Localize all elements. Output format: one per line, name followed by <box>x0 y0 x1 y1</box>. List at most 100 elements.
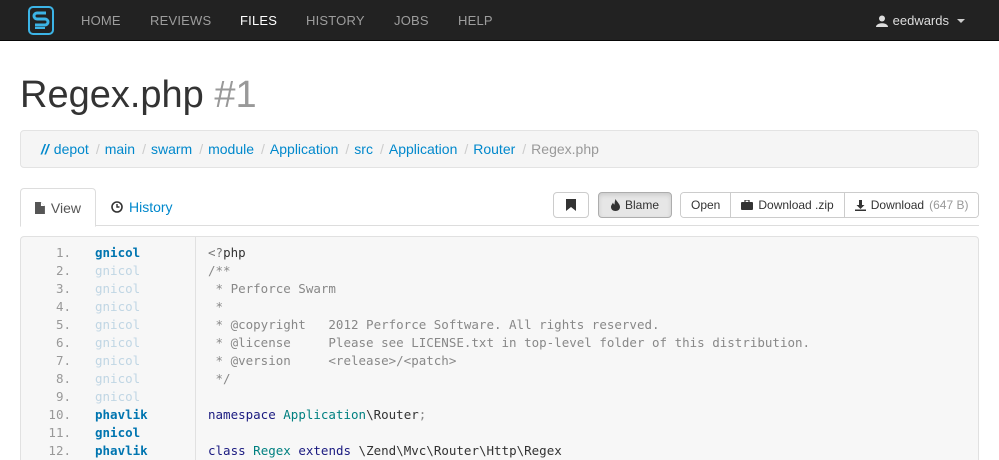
swarm-logo-icon[interactable] <box>28 6 54 35</box>
download-icon <box>854 199 866 211</box>
clock-icon <box>111 201 123 213</box>
code-line: 12. phavlik class Regex extends \Zend\Mvc\… <box>21 442 978 460</box>
breadcrumb-item[interactable]: Application <box>389 141 458 157</box>
code-text: */ <box>208 371 231 386</box>
line-number[interactable]: 6. <box>21 334 71 352</box>
blame-author[interactable]: gnicol <box>95 352 140 370</box>
code-text: namespace Application\Router; <box>208 407 427 422</box>
blame-label: Blame <box>624 198 659 212</box>
chevron-down-icon <box>957 18 965 23</box>
file-revision: #1 <box>214 74 257 116</box>
blame-author[interactable]: gnicol <box>95 334 140 352</box>
code-line: 4. gnicol * <box>21 298 978 316</box>
bookmark-button[interactable] <box>553 192 589 218</box>
blame-author[interactable]: phavlik <box>95 442 148 460</box>
blame-author[interactable]: gnicol <box>95 370 140 388</box>
nav-history[interactable]: HISTORY <box>306 0 365 41</box>
line-number[interactable]: 3. <box>21 280 71 298</box>
breadcrumb-separator: / <box>379 141 384 157</box>
open-label: Open <box>691 198 721 212</box>
page-title: Regex.php #1 <box>20 74 257 116</box>
code-text: * @copyright 2012 Perforce Software. All… <box>208 317 660 332</box>
code-text: * @license Please see LICENSE.txt in top… <box>208 335 811 350</box>
nav-reviews[interactable]: REVIEWS <box>150 0 211 41</box>
nav-home[interactable]: HOME <box>81 0 121 41</box>
breadcrumb-item[interactable]: swarm <box>151 141 192 157</box>
blame-author[interactable]: gnicol <box>95 298 140 316</box>
code-line: 3. gnicol * Perforce Swarm <box>21 280 978 298</box>
blame-author[interactable]: gnicol <box>95 244 140 262</box>
user-menu[interactable]: eedwards <box>875 0 965 41</box>
breadcrumb-root[interactable]: // <box>41 141 49 157</box>
breadcrumb-item[interactable]: main <box>105 141 135 157</box>
breadcrumb-item[interactable]: module <box>208 141 254 157</box>
code-line: 9. gnicol <box>21 388 978 406</box>
code-text: * @version <release>/<patch> <box>208 353 457 368</box>
breadcrumb-separator: / <box>199 141 204 157</box>
breadcrumb-item[interactable]: depot <box>54 141 89 157</box>
line-number[interactable]: 7. <box>21 352 71 370</box>
tab-view-label: View <box>50 199 81 216</box>
blame-author[interactable]: gnicol <box>95 424 140 442</box>
briefcase-icon <box>741 200 754 210</box>
line-number[interactable]: 2. <box>21 262 71 280</box>
blame-button[interactable]: Blame <box>598 192 672 218</box>
tab-history-label: History <box>129 199 173 215</box>
breadcrumb-separator: / <box>522 141 527 157</box>
download-label: Download <box>870 198 925 212</box>
line-number[interactable]: 11. <box>21 424 71 442</box>
breadcrumb-separator: / <box>142 141 146 157</box>
breadcrumb-current: Regex.php <box>531 141 599 157</box>
blame-author[interactable]: gnicol <box>95 316 140 334</box>
nav-jobs[interactable]: JOBS <box>394 0 429 41</box>
code-text: * <box>208 299 224 314</box>
blame-author[interactable]: gnicol <box>95 280 140 298</box>
breadcrumb-item[interactable]: src <box>354 141 373 157</box>
blame-author[interactable]: gnicol <box>95 262 140 280</box>
blame-author[interactable]: phavlik <box>95 406 148 424</box>
user-name: eedwards <box>892 13 949 28</box>
breadcrumb-separator: / <box>95 141 100 157</box>
tab-view[interactable]: View <box>20 188 96 227</box>
code-line: 1. gnicol <?php <box>21 244 978 262</box>
code-line: 11. gnicol <box>21 424 978 442</box>
code-line: 10. phavlik namespace Application\Router; <box>21 406 978 424</box>
breadcrumb: // depot / main / swarm / module / Appli… <box>20 130 979 168</box>
line-number[interactable]: 5. <box>21 316 71 334</box>
code-line: 6. gnicol * @license Please see LICENSE.t… <box>21 334 978 352</box>
code-line: 7. gnicol * @version <release>/<patch> <box>21 352 978 370</box>
nav-files[interactable]: FILES <box>240 0 277 41</box>
download-zip-button[interactable]: Download .zip <box>730 193 844 217</box>
user-icon <box>875 15 888 27</box>
code-text: /** <box>208 263 231 278</box>
tab-history[interactable]: History <box>97 188 187 226</box>
blame-author[interactable]: gnicol <box>95 388 140 406</box>
code-line: 5. gnicol * @copyright 2012 Perforce Soft… <box>21 316 978 334</box>
download-zip-label: Download .zip <box>758 198 834 212</box>
open-button[interactable]: Open <box>681 193 731 217</box>
line-number[interactable]: 4. <box>21 298 71 316</box>
line-number[interactable]: 9. <box>21 388 71 406</box>
fire-icon <box>610 199 620 211</box>
breadcrumb-separator: / <box>345 141 350 157</box>
line-number[interactable]: 12. <box>21 442 71 460</box>
file-icon <box>35 201 45 214</box>
line-number[interactable]: 10. <box>21 406 71 424</box>
code-line: 2. gnicol /** <box>21 262 978 280</box>
line-number[interactable]: 1. <box>21 244 71 262</box>
file-name: Regex.php <box>20 74 204 116</box>
bookmark-icon <box>566 199 576 211</box>
breadcrumb-item[interactable]: Application <box>270 141 339 157</box>
file-size: (647 B) <box>929 198 969 212</box>
download-button[interactable]: Download (647 B) <box>843 193 979 217</box>
top-navbar: HOME REVIEWS FILES HISTORY JOBS HELP eed… <box>0 0 999 41</box>
breadcrumb-item[interactable]: Router <box>473 141 515 157</box>
code-text: class Regex extends \Zend\Mvc\Router\Htt… <box>208 443 562 458</box>
breadcrumb-separator: / <box>464 141 469 157</box>
code-blame-view: 1. gnicol <?php 2. gnicol /** 3. gnicol * Perfo… <box>20 236 979 460</box>
download-button-group: Open Download .zip Download (647 B) <box>680 192 980 218</box>
code-line: 8. gnicol */ <box>21 370 978 388</box>
line-number[interactable]: 8. <box>21 370 71 388</box>
nav-help[interactable]: HELP <box>458 0 493 41</box>
code-text: * Perforce Swarm <box>208 281 336 296</box>
